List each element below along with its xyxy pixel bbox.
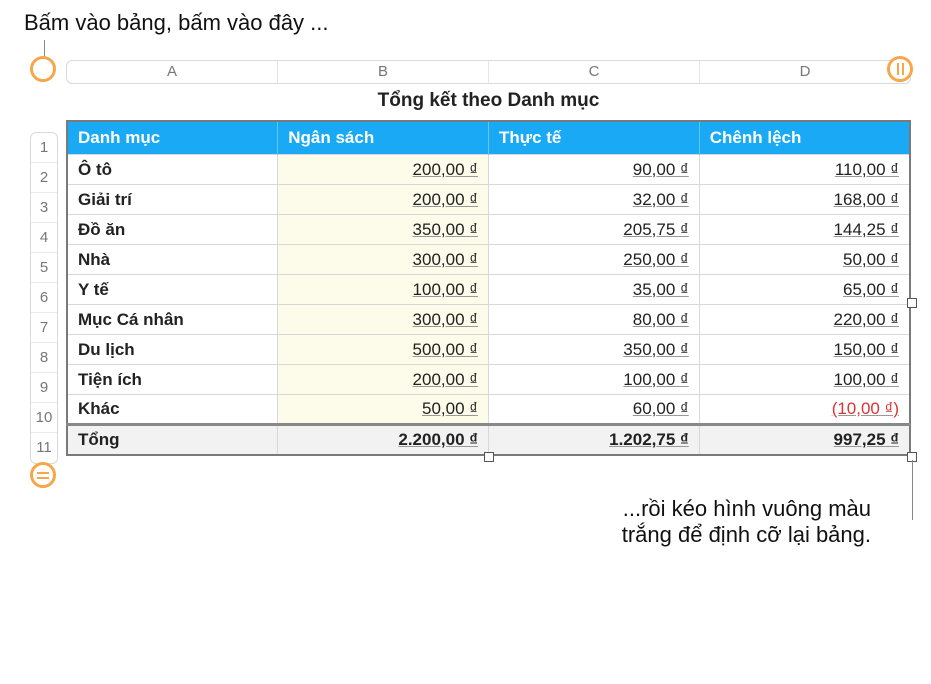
table-row[interactable]: Nhà300,00 ₫250,00 ₫50,00 ₫ [67, 245, 910, 275]
header-budget[interactable]: Ngân sách [278, 121, 489, 155]
cell-category[interactable]: Khác [67, 395, 278, 425]
column-header[interactable]: B [278, 61, 489, 83]
cell-budget[interactable]: 350,00 ₫ [278, 215, 489, 245]
add-column-handle[interactable] [887, 56, 913, 82]
cell-actual[interactable]: 205,75 ₫ [489, 215, 700, 245]
cell-total-label[interactable]: Tổng [67, 425, 278, 456]
row-header[interactable]: 3 [31, 193, 57, 223]
cell-category[interactable]: Mục Cá nhân [67, 305, 278, 335]
table-row[interactable]: Ô tô200,00 ₫90,00 ₫110,00 ₫ [67, 155, 910, 185]
row-header[interactable]: 8 [31, 343, 57, 373]
column-header[interactable]: D [700, 61, 910, 83]
cell-diff[interactable]: 144,25 ₫ [699, 215, 910, 245]
resize-handle-right[interactable] [907, 298, 917, 308]
cell-actual[interactable]: 250,00 ₫ [489, 245, 700, 275]
cell-diff[interactable]: 220,00 ₫ [699, 305, 910, 335]
cell-actual[interactable]: 60,00 ₫ [489, 395, 700, 425]
row-header[interactable]: 7 [31, 313, 57, 343]
cell-diff[interactable]: 150,00 ₫ [699, 335, 910, 365]
row-header[interactable]: 6 [31, 283, 57, 313]
cell-budget[interactable]: 500,00 ₫ [278, 335, 489, 365]
cell-actual[interactable]: 80,00 ₫ [489, 305, 700, 335]
cell-actual[interactable]: 32,00 ₫ [489, 185, 700, 215]
add-row-handle[interactable] [30, 462, 56, 488]
cell-budget[interactable]: 200,00 ₫ [278, 365, 489, 395]
table-row[interactable]: Giải trí200,00 ₫32,00 ₫168,00 ₫ [67, 185, 910, 215]
table-row[interactable]: Mục Cá nhân300,00 ₫80,00 ₫220,00 ₫ [67, 305, 910, 335]
table-footer-row[interactable]: Tổng2.200,00 ₫1.202,75 ₫997,25 ₫ [67, 425, 910, 456]
cell-actual[interactable]: 100,00 ₫ [489, 365, 700, 395]
callout-line [912, 460, 913, 520]
table-row[interactable]: Tiện ích200,00 ₫100,00 ₫100,00 ₫ [67, 365, 910, 395]
table-row[interactable]: Khác50,00 ₫60,00 ₫(10,00 ₫) [67, 395, 910, 425]
row-header[interactable]: 4 [31, 223, 57, 253]
data-table[interactable]: Danh mục Ngân sách Thực tế Chênh lệch Ô … [66, 120, 911, 456]
row-headers[interactable]: 1234567891011 [30, 132, 58, 464]
cell-category[interactable]: Đồ ăn [67, 215, 278, 245]
cell-total-budget[interactable]: 2.200,00 ₫ [278, 425, 489, 456]
cell-category[interactable]: Ô tô [67, 155, 278, 185]
header-actual[interactable]: Thực tế [489, 121, 700, 155]
cell-category[interactable]: Du lịch [67, 335, 278, 365]
cell-budget[interactable]: 50,00 ₫ [278, 395, 489, 425]
cell-diff[interactable]: 50,00 ₫ [699, 245, 910, 275]
table-title: Tổng kết theo Danh mục [66, 90, 911, 112]
cell-actual[interactable]: 90,00 ₫ [489, 155, 700, 185]
column-header[interactable]: C [489, 61, 700, 83]
cell-total-actual[interactable]: 1.202,75 ₫ [489, 425, 700, 456]
cell-category[interactable]: Tiện ích [67, 365, 278, 395]
header-diff[interactable]: Chênh lệch [699, 121, 910, 155]
cell-total-diff[interactable]: 997,25 ₫ [699, 425, 910, 456]
cell-diff[interactable]: 110,00 ₫ [699, 155, 910, 185]
annotation-top: Bấm vào bảng, bấm vào đây ... [24, 10, 911, 36]
row-header[interactable]: 9 [31, 373, 57, 403]
cell-budget[interactable]: 300,00 ₫ [278, 245, 489, 275]
row-header[interactable]: 5 [31, 253, 57, 283]
cell-diff[interactable]: 65,00 ₫ [699, 275, 910, 305]
resize-handle-bottom[interactable] [484, 452, 494, 462]
column-headers[interactable]: A B C D [66, 60, 911, 84]
cell-diff[interactable]: (10,00 ₫) [699, 395, 910, 425]
cell-diff[interactable]: 168,00 ₫ [699, 185, 910, 215]
spreadsheet-area: A B C D 1234567891011 Tổng kết theo Danh… [20, 60, 911, 456]
row-header[interactable]: 2 [31, 163, 57, 193]
table-select-handle[interactable] [30, 56, 56, 82]
cell-budget[interactable]: 200,00 ₫ [278, 155, 489, 185]
column-header[interactable]: A [67, 61, 278, 83]
table-row[interactable]: Y tế100,00 ₫35,00 ₫65,00 ₫ [67, 275, 910, 305]
row-header[interactable]: 11 [31, 433, 57, 463]
annotation-bottom: ...rồi kéo hình vuông màu trắng để định … [20, 496, 911, 548]
cell-actual[interactable]: 350,00 ₫ [489, 335, 700, 365]
cell-budget[interactable]: 200,00 ₫ [278, 185, 489, 215]
cell-diff[interactable]: 100,00 ₫ [699, 365, 910, 395]
table-container: Tổng kết theo Danh mục Danh mục Ngân sác… [66, 90, 911, 456]
cell-category[interactable]: Giải trí [67, 185, 278, 215]
cell-budget[interactable]: 300,00 ₫ [278, 305, 489, 335]
header-category[interactable]: Danh mục [67, 121, 278, 155]
cell-budget[interactable]: 100,00 ₫ [278, 275, 489, 305]
row-header[interactable]: 10 [31, 403, 57, 433]
table-row[interactable]: Đồ ăn350,00 ₫205,75 ₫144,25 ₫ [67, 215, 910, 245]
row-header[interactable]: 1 [31, 133, 57, 163]
table-row[interactable]: Du lịch500,00 ₫350,00 ₫150,00 ₫ [67, 335, 910, 365]
cell-category[interactable]: Y tế [67, 275, 278, 305]
cell-actual[interactable]: 35,00 ₫ [489, 275, 700, 305]
cell-category[interactable]: Nhà [67, 245, 278, 275]
